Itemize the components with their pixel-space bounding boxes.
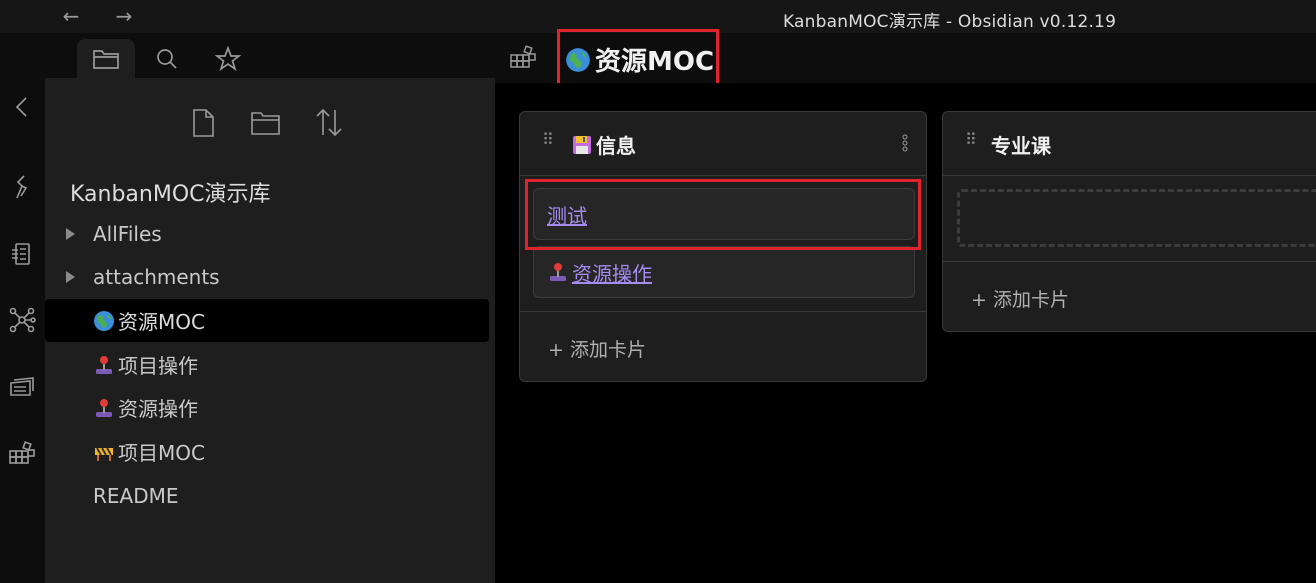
lane-title-text: 信息 <box>596 134 636 158</box>
card-link-text: 资源操作 <box>572 261 652 286</box>
tab-search[interactable] <box>138 39 196 78</box>
joystick-emoji-icon <box>96 398 112 417</box>
caret-right-icon[interactable] <box>66 270 75 283</box>
file-item-readme[interactable]: README <box>45 474 489 517</box>
tree-item-label: 项目操作 <box>118 354 198 378</box>
new-folder-icon[interactable] <box>250 106 282 140</box>
add-card-button[interactable]: + 添加卡片 <box>548 335 646 362</box>
caret-right-icon[interactable] <box>66 227 75 240</box>
search-icon <box>157 48 177 69</box>
kanban-card[interactable]: 资源操作 <box>533 246 915 298</box>
tree-item-label: AllFiles <box>93 221 162 246</box>
sidebar-tab-bar <box>45 33 495 78</box>
kanban-lane-major-courses: ⠿ 专业课 + 添加卡片 <box>942 111 1316 332</box>
highlight-box-card <box>525 179 921 250</box>
kanban-board-icon[interactable] <box>508 44 538 74</box>
folder-item-allfiles[interactable]: AllFiles <box>45 212 489 255</box>
lane-footer: + 添加卡片 <box>520 311 926 382</box>
globe-emoji-icon <box>94 310 114 331</box>
lane-title[interactable]: 信息 <box>571 130 636 159</box>
graph-view-icon[interactable] <box>8 306 36 334</box>
drag-handle-icon[interactable]: ⠿ <box>542 132 554 148</box>
highlight-box-title <box>557 29 719 87</box>
collapse-sidebar-icon[interactable] <box>8 93 36 121</box>
empty-card-dropzone[interactable] <box>957 189 1316 247</box>
templates-icon[interactable] <box>8 240 36 268</box>
kanban-board: ⠿ 信息 测试 资源操作 + 添加卡片 ⠿ 专业课 + 添加卡片 <box>495 83 1316 583</box>
lane-title[interactable]: 专业课 <box>991 130 1051 159</box>
add-card-button[interactable]: + 添加卡片 <box>971 285 1069 312</box>
tree-item-label: README <box>93 483 179 508</box>
lane-title-text: 专业课 <box>991 134 1051 158</box>
file-item-project-moc[interactable]: 项目MOC <box>45 430 489 473</box>
kanban-board-icon[interactable] <box>8 441 36 469</box>
tab-starred[interactable] <box>199 39 257 78</box>
file-item-project-ops[interactable]: 项目操作 <box>45 343 489 386</box>
construction-emoji-icon <box>95 447 113 461</box>
left-ribbon <box>0 33 45 583</box>
floppy-disk-emoji-icon <box>573 135 591 154</box>
tree-item-label: 资源MOC <box>118 310 205 334</box>
sort-order-icon[interactable] <box>313 106 345 140</box>
tree-item-label: attachments <box>93 264 220 289</box>
tree-item-label: 资源操作 <box>118 397 198 421</box>
folder-icon <box>93 49 119 69</box>
window-title: KanbanMOC演示库 - Obsidian v0.12.19 <box>783 12 1117 32</box>
new-note-icon[interactable] <box>187 106 219 140</box>
card-link[interactable]: 资源操作 <box>547 258 652 287</box>
lane-footer: + 添加卡片 <box>943 261 1316 332</box>
tab-file-explorer[interactable] <box>77 39 135 78</box>
joystick-emoji-icon <box>550 263 566 281</box>
back-arrow-icon[interactable]: ← <box>59 4 83 28</box>
vault-name[interactable]: KanbanMOC演示库 <box>70 176 271 208</box>
forward-arrow-icon[interactable]: → <box>112 4 136 28</box>
tree-item-label: 项目MOC <box>118 441 205 465</box>
lane-header: ⠿ 信息 <box>520 112 926 176</box>
folder-item-attachments[interactable]: attachments <box>45 255 489 298</box>
drag-handle-icon[interactable]: ⠿ <box>965 132 977 148</box>
file-explorer: KanbanMOC演示库 AllFiles attachments 资源MOC … <box>45 78 495 583</box>
star-icon <box>215 45 241 71</box>
file-item-resource-moc[interactable]: 资源MOC <box>45 299 489 342</box>
joystick-emoji-icon <box>96 355 112 374</box>
more-options-icon[interactable] <box>902 134 908 152</box>
open-quick-switcher-icon[interactable] <box>8 173 36 201</box>
lane-header: ⠿ 专业课 <box>943 112 1316 176</box>
slides-icon[interactable] <box>8 373 36 401</box>
file-item-resource-ops[interactable]: 资源操作 <box>45 386 489 429</box>
